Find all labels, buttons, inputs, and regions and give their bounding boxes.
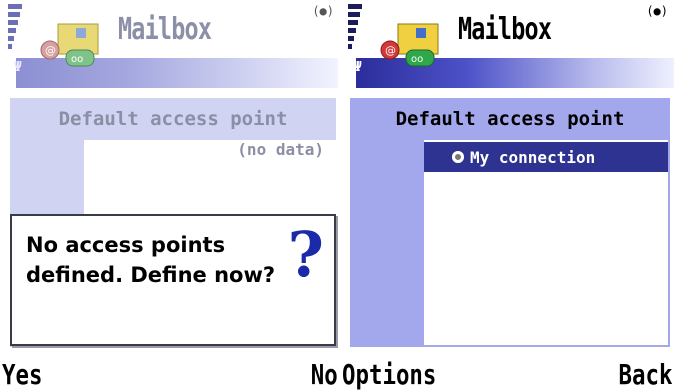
title-bar: Ψ @ oo Mailbox (●) (0, 0, 340, 88)
radio-icon (452, 151, 464, 163)
screen-divider (338, 0, 340, 391)
app-title: Mailbox (458, 12, 552, 47)
empty-list-text: (no data) (237, 140, 324, 159)
list-header: Default access point (10, 98, 336, 140)
svg-text:oo: oo (411, 54, 423, 65)
svg-text:oo: oo (71, 54, 83, 65)
list-item-my-connection[interactable]: My connection (424, 142, 668, 172)
question-mark-icon: ? (287, 218, 324, 291)
svg-text:@: @ (385, 44, 396, 57)
list-panel: Default access point My connection (350, 98, 670, 347)
list-header: Default access point (350, 98, 670, 140)
antenna-icon: Ψ (354, 60, 362, 75)
status-indicator-icon: (●) (646, 4, 668, 18)
app-title: Mailbox (118, 12, 212, 47)
status-indicator-icon: (●) (312, 4, 334, 18)
svg-text:@: @ (45, 44, 56, 57)
screen-right-list: Ψ @ oo Mailbox (●) Default access point … (340, 0, 674, 391)
softkey-yes[interactable]: Yes (2, 358, 42, 391)
softkey-options[interactable]: Options (342, 358, 436, 391)
antenna-icon: Ψ (14, 60, 22, 75)
title-bar: Ψ @ oo Mailbox (●) (340, 0, 674, 88)
list-item-label: My connection (470, 147, 596, 167)
mailbox-icon: @ oo (380, 23, 439, 67)
mailbox-icon: @ oo (40, 23, 99, 67)
softkey-no[interactable]: No (311, 358, 338, 391)
signal-strength-icon (348, 4, 364, 66)
list-area: My connection (424, 140, 670, 347)
signal-strength-icon (8, 4, 24, 66)
dialog-message: No access points defined. Define now? (26, 233, 276, 287)
screen-left-query: Ψ @ oo Mailbox (●) Default access point … (0, 0, 340, 391)
panel-strip (350, 140, 424, 347)
query-dialog: No access points defined. Define now? ? (10, 214, 336, 346)
softkey-back[interactable]: Back (618, 358, 672, 391)
